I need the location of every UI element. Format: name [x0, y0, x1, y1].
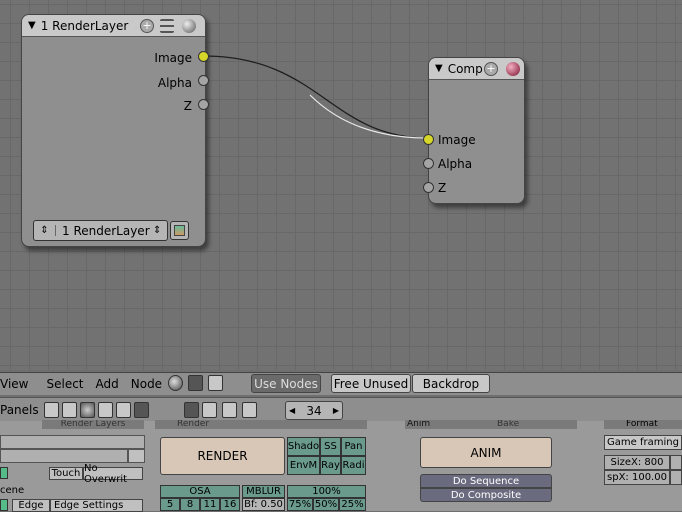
buttons-window-header: Panels ◀ 34 ▶: [0, 397, 682, 421]
osa-16[interactable]: 16: [220, 498, 240, 511]
percent-75[interactable]: 75%: [287, 498, 313, 511]
game-framing-button[interactable]: Game framing se: [604, 435, 682, 450]
size-x-field[interactable]: SizeX: 800: [604, 455, 670, 470]
bake-panel-tab[interactable]: Bake: [497, 420, 519, 429]
object-icon[interactable]: [98, 402, 113, 418]
plus-icon[interactable]: +: [140, 19, 154, 33]
render-layer-node-title: 1 RenderLayer: [40, 18, 129, 33]
osa-8[interactable]: 8: [180, 498, 200, 511]
anim-buttons-icon[interactable]: [202, 402, 217, 418]
editing-icon[interactable]: [116, 402, 131, 418]
frame-number: 34: [306, 403, 322, 418]
aspect-y-field[interactable]: [670, 470, 682, 485]
menu-node[interactable]: Node: [125, 377, 168, 391]
world-buttons-icon[interactable]: [242, 402, 257, 418]
output-socket-z[interactable]: [198, 99, 209, 110]
backdrop-toggle[interactable]: Backdrop: [412, 374, 490, 393]
mblur-toggle[interactable]: MBLUR: [242, 485, 285, 498]
render-button[interactable]: RENDER: [160, 437, 285, 475]
output-label-z: Z: [183, 99, 192, 113]
scene-slider[interactable]: [0, 449, 128, 463]
percent-100-toggle[interactable]: 100%: [287, 485, 366, 498]
envmap-toggle[interactable]: EnvM: [287, 456, 320, 475]
pano-toggle[interactable]: Pan: [341, 437, 366, 456]
tab-render[interactable]: Render: [155, 420, 367, 429]
input-label-z: Z: [438, 181, 447, 195]
layers-icon[interactable]: [160, 19, 174, 33]
free-unused-button[interactable]: Free Unused: [331, 374, 411, 393]
size-y-field[interactable]: [670, 455, 682, 470]
render-layer-node-header[interactable]: ▼ 1 RenderLayer: [22, 15, 205, 37]
scene-slider-end[interactable]: [128, 449, 145, 463]
sphere-preview-icon[interactable]: [506, 62, 520, 76]
layer-select-dropdown[interactable]: ⇕ 1 RenderLayer ⇕: [33, 220, 168, 241]
ray-toggle[interactable]: Ray: [320, 456, 341, 475]
radio-toggle[interactable]: Radi: [341, 456, 366, 475]
updown-arrows-icon: ⇕: [153, 225, 162, 236]
color-swatch[interactable]: [0, 467, 8, 479]
scene-label: cene: [0, 485, 25, 496]
do-sequence-toggle[interactable]: Do Sequence: [420, 474, 552, 488]
edge-settings-button[interactable]: Edge Settings: [50, 499, 143, 512]
osa-11[interactable]: 11: [200, 498, 220, 511]
plus-icon[interactable]: +: [484, 62, 498, 76]
osa-5[interactable]: 5: [160, 498, 180, 511]
aspect-x-field[interactable]: spX: 100.00: [604, 470, 670, 485]
tab-render-layers[interactable]: Render Layers: [42, 420, 144, 429]
shading-icon[interactable]: [80, 402, 95, 418]
input-label-image: Image: [438, 133, 476, 147]
texture-mode-icon[interactable]: [188, 375, 203, 391]
anim-button[interactable]: ANIM: [420, 437, 552, 468]
image-browse-icon[interactable]: [170, 221, 189, 240]
output-label-image: Image: [154, 51, 192, 65]
anim-panel-title: Anim: [407, 420, 431, 429]
touch-toggle[interactable]: Touch: [49, 467, 83, 480]
composite-node-title: Comp: [447, 61, 483, 76]
composite-node[interactable]: ▼ Comp + Image Alpha Z: [423, 57, 525, 204]
percent-25[interactable]: 25%: [339, 498, 366, 511]
input-socket-image[interactable]: [423, 134, 434, 145]
menu-add[interactable]: Add: [90, 377, 125, 391]
format-panel-header[interactable]: Format: [604, 420, 682, 429]
ss-toggle[interactable]: SS: [320, 437, 341, 456]
anim-panel-header[interactable]: Anim Bake: [405, 420, 577, 429]
layer-select-value: 1 RenderLayer: [62, 223, 150, 238]
input-socket-z[interactable]: [423, 182, 434, 193]
render-buttons-icon[interactable]: [184, 402, 199, 418]
no-overwrite-toggle[interactable]: No Overwrit: [83, 463, 143, 485]
output-socket-alpha[interactable]: [198, 75, 209, 86]
script-icon[interactable]: [62, 402, 77, 418]
osa-toggle[interactable]: OSA: [160, 485, 240, 498]
output-label-alpha: Alpha: [157, 76, 192, 90]
edge-toggle[interactable]: Edge: [12, 499, 50, 512]
arrow-right-icon[interactable]: ▶: [333, 406, 339, 415]
input-label-alpha: Alpha: [438, 157, 473, 171]
sound-buttons-icon[interactable]: [222, 402, 237, 418]
menu-view[interactable]: View: [0, 377, 34, 391]
panels-menu[interactable]: Panels: [0, 403, 39, 417]
edge-checkbox[interactable]: [0, 499, 8, 511]
collapse-triangle-icon[interactable]: ▼: [435, 63, 443, 74]
blur-factor-field[interactable]: Bf: 0.50: [242, 498, 285, 511]
shadow-toggle[interactable]: Shado: [287, 437, 320, 456]
composite-mode-icon[interactable]: [208, 375, 223, 391]
updown-arrows-icon: ⇕: [34, 225, 56, 236]
frame-number-field[interactable]: ◀ 34 ▶: [285, 401, 343, 420]
scene-icon[interactable]: [134, 402, 149, 418]
output-socket-image[interactable]: [198, 51, 209, 62]
do-composite-toggle[interactable]: Do Composite: [420, 488, 552, 502]
use-nodes-toggle[interactable]: Use Nodes: [251, 374, 321, 393]
scene-field[interactable]: [0, 435, 145, 449]
render-layer-node[interactable]: ▼ 1 RenderLayer + Image Alpha Z ⇕ 1 Rend…: [21, 14, 209, 247]
render-buttons-area: Render Layers Render Touch No Overwrit c…: [0, 420, 682, 512]
arrow-left-icon[interactable]: ◀: [289, 406, 295, 415]
sphere-mode-icon[interactable]: [168, 375, 183, 391]
menu-select[interactable]: Select: [40, 377, 89, 391]
sphere-preview-icon[interactable]: [182, 19, 196, 33]
input-socket-alpha[interactable]: [423, 158, 434, 169]
percent-50[interactable]: 50%: [313, 498, 339, 511]
collapse-triangle-icon[interactable]: ▼: [28, 20, 36, 31]
logic-icon[interactable]: [44, 402, 59, 418]
